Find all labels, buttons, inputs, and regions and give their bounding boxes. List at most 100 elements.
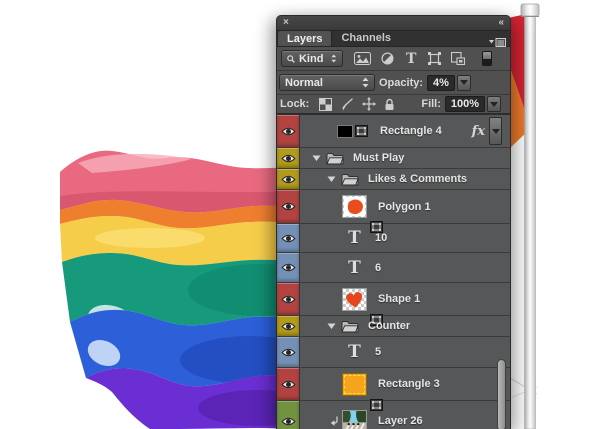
layer-name: Likes & Comments [368,173,467,185]
blend-mode-value: Normal [285,77,323,89]
layer-row[interactable]: T6 [277,253,510,283]
kind-filter-label: Kind [299,53,323,65]
opacity-label: Opacity: [379,77,423,89]
updown-arrows-icon [331,53,337,64]
panel-tabstrip: Layers Channels [277,31,510,47]
layer-row[interactable]: Must Play [277,148,510,169]
layer-visibility-toggle[interactable] [277,169,300,189]
screenshot-stage: × « Layers Channels Kind T [0,0,600,429]
layer-row[interactable]: T 10 [277,224,510,253]
layer-thumbnail[interactable] [342,288,367,311]
layer-thumbnail[interactable] [342,195,367,218]
scrollbar-thumb[interactable] [497,359,506,429]
eye-icon [281,379,296,390]
fill-dropdown-button[interactable] [487,96,501,112]
eye-icon [281,201,296,212]
pixel-layer-filter-icon[interactable] [354,52,371,65]
lock-bar: Lock: Fill: 100% [277,95,510,115]
layer-row[interactable]: Polygon 1 [277,190,510,224]
text-layer-thumbnail[interactable]: T [347,228,362,248]
layer-visibility-toggle[interactable] [277,316,300,336]
eye-icon [281,262,296,273]
opacity-value[interactable]: 4% [427,75,455,91]
fill-value[interactable]: 100% [445,96,485,112]
blend-bar: Normal Opacity: 4% [277,71,510,95]
heart-shape-thumbnail [343,289,366,310]
layer-visibility-toggle[interactable] [277,401,300,429]
layer-row[interactable]: Layer 26 [277,401,510,429]
tab-channels[interactable]: Channels [332,30,400,46]
search-icon [287,54,295,64]
layer-name: Rectangle 4 [380,125,442,137]
eye-icon [281,126,296,137]
layer-row[interactable]: Counter [277,316,510,337]
eye-icon [281,233,296,244]
lock-all-icon[interactable] [384,98,395,111]
opacity-dropdown-button[interactable] [457,75,471,91]
layer-name: 5 [375,346,381,358]
layer-thumbnail[interactable] [342,410,367,429]
layer-name: 10 [375,232,387,244]
layer-visibility-toggle[interactable] [277,283,300,315]
polygon-shape-thumbnail [343,196,366,217]
eye-icon [281,347,296,358]
eye-icon [281,294,296,305]
layer-name: Polygon 1 [378,201,431,213]
type-layer-filter-icon[interactable]: T [406,51,416,67]
layer-row[interactable]: Rectangle 4 fx [277,115,510,148]
layer-visibility-toggle[interactable] [277,368,300,400]
tab-layers[interactable]: Layers [277,30,332,46]
layer-thumbnail[interactable] [342,373,367,396]
eye-icon [281,174,296,185]
vector-mask-badge-icon [355,125,368,137]
eye-icon [281,416,296,427]
layer-row[interactable]: Rectangle 3 [277,368,510,401]
panel-titlebar: × « [277,16,510,31]
text-layer-thumbnail[interactable]: T [347,342,362,362]
blend-mode-select[interactable]: Normal [279,74,375,91]
shape-layer-filter-icon[interactable] [428,52,441,65]
smart-object-filter-icon[interactable] [451,52,465,65]
layer-visibility-toggle[interactable] [277,148,300,168]
layer-row[interactable]: Likes & Comments [277,169,510,190]
layer-effects-badge[interactable]: fx [472,124,485,139]
layer-name: Must Play [353,152,404,164]
lock-label: Lock: [280,98,309,110]
updown-arrows-icon [362,77,369,88]
layer-thumbnail[interactable] [337,125,353,138]
layer-visibility-toggle[interactable] [277,337,300,367]
layer-visibility-toggle[interactable] [277,224,300,252]
eye-icon [281,321,296,332]
disclosure-triangle-icon[interactable] [327,175,336,183]
layer-name: Counter [368,320,410,332]
collapse-panel-icon[interactable]: « [498,18,504,28]
adjustment-layer-filter-icon[interactable] [381,52,394,65]
disclosure-triangle-icon[interactable] [312,154,321,162]
lock-position-icon[interactable] [362,97,376,111]
layer-name: Shape 1 [378,293,420,305]
layer-visibility-toggle[interactable] [277,253,300,282]
layer-visibility-toggle[interactable] [277,190,300,223]
disclosure-triangle-icon[interactable] [327,322,336,330]
clipping-mask-arrow-icon [330,416,339,426]
lock-transparency-icon[interactable] [319,98,332,111]
text-layer-thumbnail[interactable]: T [347,258,362,278]
layer-visibility-toggle[interactable] [277,115,300,147]
folder-icon [326,152,344,165]
panel-menu-icon[interactable] [489,34,506,52]
close-icon[interactable]: × [283,18,289,28]
layers-list: Rectangle 4 fx Must Play Likes & Comments Po… [277,115,510,429]
layer-name: Rectangle 3 [378,378,440,390]
layer-row[interactable]: T5 [277,337,510,368]
layers-panel: × « Layers Channels Kind T [276,15,511,429]
folder-icon [341,320,359,333]
lock-pixels-icon[interactable] [340,98,354,111]
photo-thumbnail-image [343,411,366,429]
layer-row[interactable]: Shape 1 [277,283,510,316]
layer-name: 6 [375,262,381,274]
layer-effects-chevron-button[interactable] [489,117,502,145]
layer-filtering-toggle[interactable] [482,51,492,66]
fill-label: Fill: [421,98,441,110]
kind-filter-select[interactable]: Kind [281,50,343,67]
eye-icon [281,153,296,164]
